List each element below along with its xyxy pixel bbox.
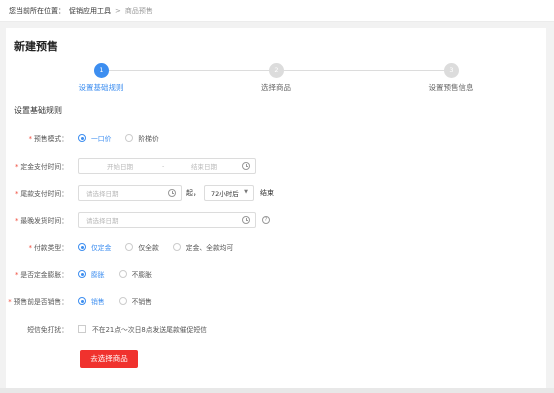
range-separator: - xyxy=(162,162,165,170)
balance-suffix: 起， xyxy=(186,189,200,197)
breadcrumb: 您当前所在位置： 促销应用工具 > 商品预售 xyxy=(0,0,554,22)
balance-time-label: 尾款支付时间： xyxy=(20,190,68,198)
clock-icon xyxy=(242,162,250,170)
step-3-indicator: 3 xyxy=(444,63,459,78)
required-star: * xyxy=(28,135,33,143)
balance-date-input[interactable]: 请选择日期 xyxy=(78,185,182,201)
breadcrumb-separator: > xyxy=(115,6,121,15)
radio-checked-icon xyxy=(78,243,86,251)
sms-dnd-checkbox[interactable] xyxy=(78,325,86,333)
presale-before-sale-label: 预售前是否销售： xyxy=(13,298,68,306)
bottom-divider xyxy=(0,388,554,393)
step-1-label: 设置基础规则 xyxy=(78,83,124,92)
radio-sell[interactable]: 销售 xyxy=(78,296,105,306)
radio-fixed-price[interactable]: 一口价 xyxy=(78,133,111,143)
radio-tiered-price[interactable]: 阶梯价 xyxy=(125,133,159,143)
breadcrumb-link-promo-tools[interactable]: 促销应用工具 xyxy=(69,6,111,16)
breadcrumb-current: 商品预售 xyxy=(124,6,153,15)
deposit-expand-label: 是否定金膨胀： xyxy=(20,271,68,279)
stepper: 1 设置基础规则 2 选择商品 3 设置预售信息 xyxy=(6,63,546,123)
end-date-placeholder: 结束日期 xyxy=(191,163,217,171)
caret-down-icon: ▼ xyxy=(244,189,248,195)
sms-dnd-row: 短信免打扰： 不在21点～次日8点发送尾款催促短信 xyxy=(6,320,207,338)
page-title: 新建预售 xyxy=(14,40,58,53)
sms-dnd-label: 短信免打扰： xyxy=(27,326,68,334)
step-1-indicator: 1 xyxy=(94,63,109,78)
radio-unchecked-icon xyxy=(118,297,127,305)
radio-unchecked-icon xyxy=(118,270,127,278)
radio-checked-icon xyxy=(78,134,86,142)
balance-duration-select[interactable]: 72小时后 ▼ xyxy=(204,185,254,201)
radio-unchecked-icon xyxy=(172,243,181,251)
balance-end-text: 结束 xyxy=(260,189,274,197)
radio-expand[interactable]: 膨胀 xyxy=(78,269,105,279)
required-star: * xyxy=(15,190,19,198)
radio-full-only[interactable]: 仅全款 xyxy=(125,242,159,252)
clock-icon xyxy=(242,216,250,224)
start-date-placeholder: 开始日期 xyxy=(107,163,133,171)
latest-ship-label: 最晚发货时间： xyxy=(20,217,68,225)
radio-unchecked-icon xyxy=(125,134,134,142)
help-icon[interactable]: ? xyxy=(262,216,270,224)
required-star: * xyxy=(8,298,12,306)
radio-unchecked-icon xyxy=(125,243,134,251)
clock-icon xyxy=(168,189,176,197)
deposit-time-label: 定金支付时间： xyxy=(20,163,68,171)
radio-deposit-only[interactable]: 仅定金 xyxy=(78,242,111,252)
required-star: * xyxy=(15,271,19,279)
presale-before-sale-row: * 预售前是否销售： 销售 不销售 xyxy=(6,292,166,310)
step-3-label: 设置预售信息 xyxy=(428,83,474,92)
radio-no-sell[interactable]: 不销售 xyxy=(118,296,152,306)
radio-no-expand[interactable]: 不膨胀 xyxy=(118,269,152,279)
step-2-label: 选择商品 xyxy=(261,83,291,92)
latest-ship-row: * 最晚发货时间： 请选择日期 ? xyxy=(6,211,270,229)
presale-mode-row: * 预售模式： 一口价 阶梯价 xyxy=(6,129,173,147)
step-2-indicator: 2 xyxy=(269,63,284,78)
form-panel: 新建预售 1 设置基础规则 2 选择商品 3 设置预售信息 设置基础规则 * 预售… xyxy=(6,28,546,388)
balance-time-row: * 尾款支付时间： 请选择日期 起， 72小时后 ▼ 结束 xyxy=(6,184,274,202)
breadcrumb-lead: 您当前所在位置： xyxy=(9,6,65,15)
deposit-date-range-input[interactable]: 开始日期 - 结束日期 xyxy=(78,158,256,174)
sms-dnd-text: 不在21点～次日8点发送尾款催促短信 xyxy=(92,326,207,334)
deposit-expand-row: * 是否定金膨胀： 膨胀 不膨胀 xyxy=(6,265,166,283)
required-star: * xyxy=(28,244,33,252)
radio-checked-icon xyxy=(78,297,86,305)
radio-checked-icon xyxy=(78,270,86,278)
balance-date-placeholder: 请选择日期 xyxy=(86,190,119,198)
latest-ship-date-input[interactable]: 请选择日期 xyxy=(78,212,256,228)
latest-ship-placeholder: 请选择日期 xyxy=(86,217,119,225)
deposit-time-row: * 定金支付时间： 开始日期 - 结束日期 xyxy=(6,157,256,175)
section-title: 设置基础规则 xyxy=(14,106,62,115)
balance-duration-value: 72小时后 xyxy=(211,190,239,198)
radio-deposit-or-full[interactable]: 定金、全款均可 xyxy=(172,242,233,252)
step-connector xyxy=(109,70,277,71)
choose-goods-button[interactable]: 去选择商品 xyxy=(80,350,138,368)
required-star: * xyxy=(15,163,19,171)
payment-type-row: * 付款类型： 仅定金 仅全款 定金、全款均可 xyxy=(6,238,247,256)
step-connector xyxy=(284,70,452,71)
required-star: * xyxy=(15,217,19,225)
presale-mode-label: 预售模式： xyxy=(34,135,68,143)
payment-type-label: 付款类型： xyxy=(34,244,68,252)
